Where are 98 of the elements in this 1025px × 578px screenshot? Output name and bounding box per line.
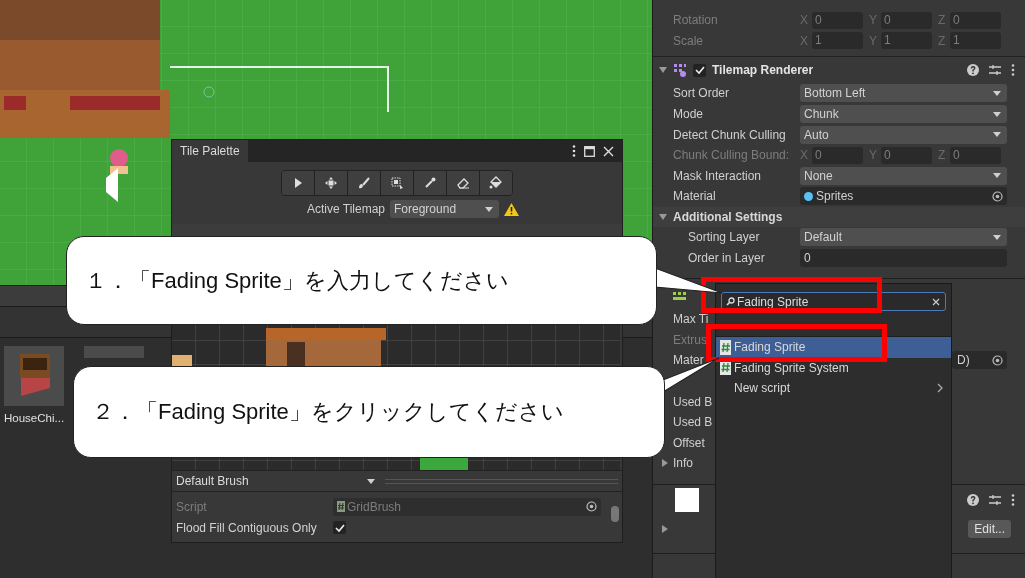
field-label: Rotation (673, 13, 719, 28)
move-icon (324, 176, 338, 190)
asset-name: HouseChi... (4, 412, 65, 424)
menu-item[interactable]: New script (716, 378, 951, 399)
field-label: Mask Interaction (673, 168, 763, 183)
field-label: Script (176, 499, 208, 514)
help-icon[interactable] (967, 64, 979, 77)
number-field[interactable]: 1 (881, 32, 932, 50)
object-picker-icon[interactable] (992, 190, 1003, 202)
chevron-icon (937, 383, 943, 394)
more-options-icon[interactable] (1011, 493, 1015, 506)
foldout-arrow-icon[interactable] (659, 212, 667, 221)
search-icon (726, 297, 735, 306)
edit-button[interactable]: Edit... (968, 519, 1011, 538)
number-field[interactable]: 0 (800, 248, 1007, 267)
callout-text: ２．「Fading Sprite」をクリックしてください (73, 366, 665, 458)
dropdown[interactable]: None (800, 166, 1007, 185)
object-picker-icon[interactable] (586, 501, 597, 512)
number-field[interactable]: 0 (950, 11, 1001, 29)
foldout-arrow-icon[interactable] (659, 66, 667, 75)
field-label: Order in Layer (687, 250, 766, 265)
caret-icon (993, 132, 1001, 138)
checkbox[interactable] (693, 63, 706, 77)
field-label: Used B (673, 415, 713, 430)
close-icon[interactable] (603, 145, 614, 157)
tilemap-icon (673, 63, 687, 78)
menu-item[interactable]: Fading Sprite System (716, 357, 951, 378)
caret-icon (993, 234, 1001, 240)
menu-item[interactable]: Fading Sprite (716, 337, 951, 358)
script-icon (720, 339, 731, 355)
eraser-icon (456, 176, 470, 190)
field-label: Mode (673, 107, 705, 122)
field-label: Info (673, 456, 693, 471)
field-label: Material (673, 189, 717, 204)
box-select-icon (390, 176, 404, 190)
collider-icon (673, 291, 687, 300)
character-drawing (106, 149, 128, 202)
tool-button[interactable] (447, 171, 480, 195)
section-title: Additional Settings (673, 209, 783, 224)
script-icon (720, 360, 731, 376)
object-picker-icon[interactable] (992, 354, 1003, 366)
tool-button[interactable] (414, 171, 447, 195)
field-label: Sort Order (673, 86, 730, 101)
field-label: Detect Chunk Culling (673, 127, 787, 142)
field-label: Sorting Layer (687, 230, 761, 245)
dropdown[interactable]: Chunk (800, 105, 1007, 124)
checkbox[interactable] (333, 521, 346, 534)
more-options-icon[interactable] (1011, 64, 1015, 77)
more-options-icon[interactable] (572, 145, 576, 157)
field-label: Flood Fill Contiguous Only (176, 520, 318, 535)
caret-icon (367, 478, 375, 484)
sprite-preview-icon (675, 487, 699, 512)
gizmo-circle (203, 86, 215, 98)
presets-icon[interactable] (989, 64, 1001, 77)
presets-icon[interactable] (989, 493, 1001, 506)
caret-icon (993, 91, 1001, 96)
field-label: Scale (673, 33, 705, 48)
brush-icon (357, 176, 371, 190)
object-field[interactable]: D) (952, 351, 1007, 370)
house-thumbnail[interactable] (4, 346, 65, 406)
paint-bucket-icon (489, 176, 503, 190)
window-tab[interactable]: Tile Palette (172, 140, 248, 162)
object-field[interactable]: Sprites (800, 187, 1007, 206)
callout-text: １．「Fading Sprite」を入力してください (66, 236, 657, 325)
brush-dropdown[interactable]: Default Brush (172, 474, 381, 488)
foldout-arrow-icon[interactable] (661, 459, 669, 468)
dropdown[interactable]: Bottom Left (800, 84, 1007, 103)
dropdown[interactable]: Auto (800, 125, 1007, 144)
script-icon (337, 501, 345, 512)
field-label: Chunk Culling Bound: (673, 148, 791, 163)
maximize-icon[interactable] (584, 145, 595, 157)
eyedropper-icon (423, 176, 437, 190)
field-label: Max Ti (673, 312, 709, 327)
component-title: Tilemap Renderer (712, 63, 814, 78)
field-label: Extrus (673, 332, 707, 347)
caret-icon (993, 111, 1001, 117)
number-field[interactable]: 0 (812, 11, 863, 29)
field-label: Offset (673, 435, 705, 450)
number-field[interactable]: 0 (881, 11, 932, 29)
help-icon[interactable] (967, 493, 979, 506)
number-field[interactable]: 1 (950, 32, 1001, 50)
asset-thumbnail[interactable] (84, 346, 145, 358)
tool-button[interactable] (381, 171, 414, 195)
caret-icon (485, 206, 493, 212)
dropdown[interactable]: Foreground (390, 200, 499, 218)
field-label: Mater (673, 353, 704, 368)
caret-icon (993, 173, 1001, 179)
field-label: Active Tilemap (307, 202, 385, 216)
field-label: Used B (673, 394, 713, 409)
tool-button[interactable] (348, 171, 381, 195)
tool-button[interactable] (282, 171, 315, 195)
material-icon (804, 191, 813, 201)
number-field[interactable]: 1 (812, 32, 863, 50)
tool-button[interactable] (480, 171, 512, 195)
tool-button[interactable] (315, 171, 348, 195)
dropdown[interactable]: Default (800, 228, 1007, 247)
clear-icon[interactable] (932, 297, 940, 306)
foldout-arrow-icon[interactable] (661, 524, 669, 533)
